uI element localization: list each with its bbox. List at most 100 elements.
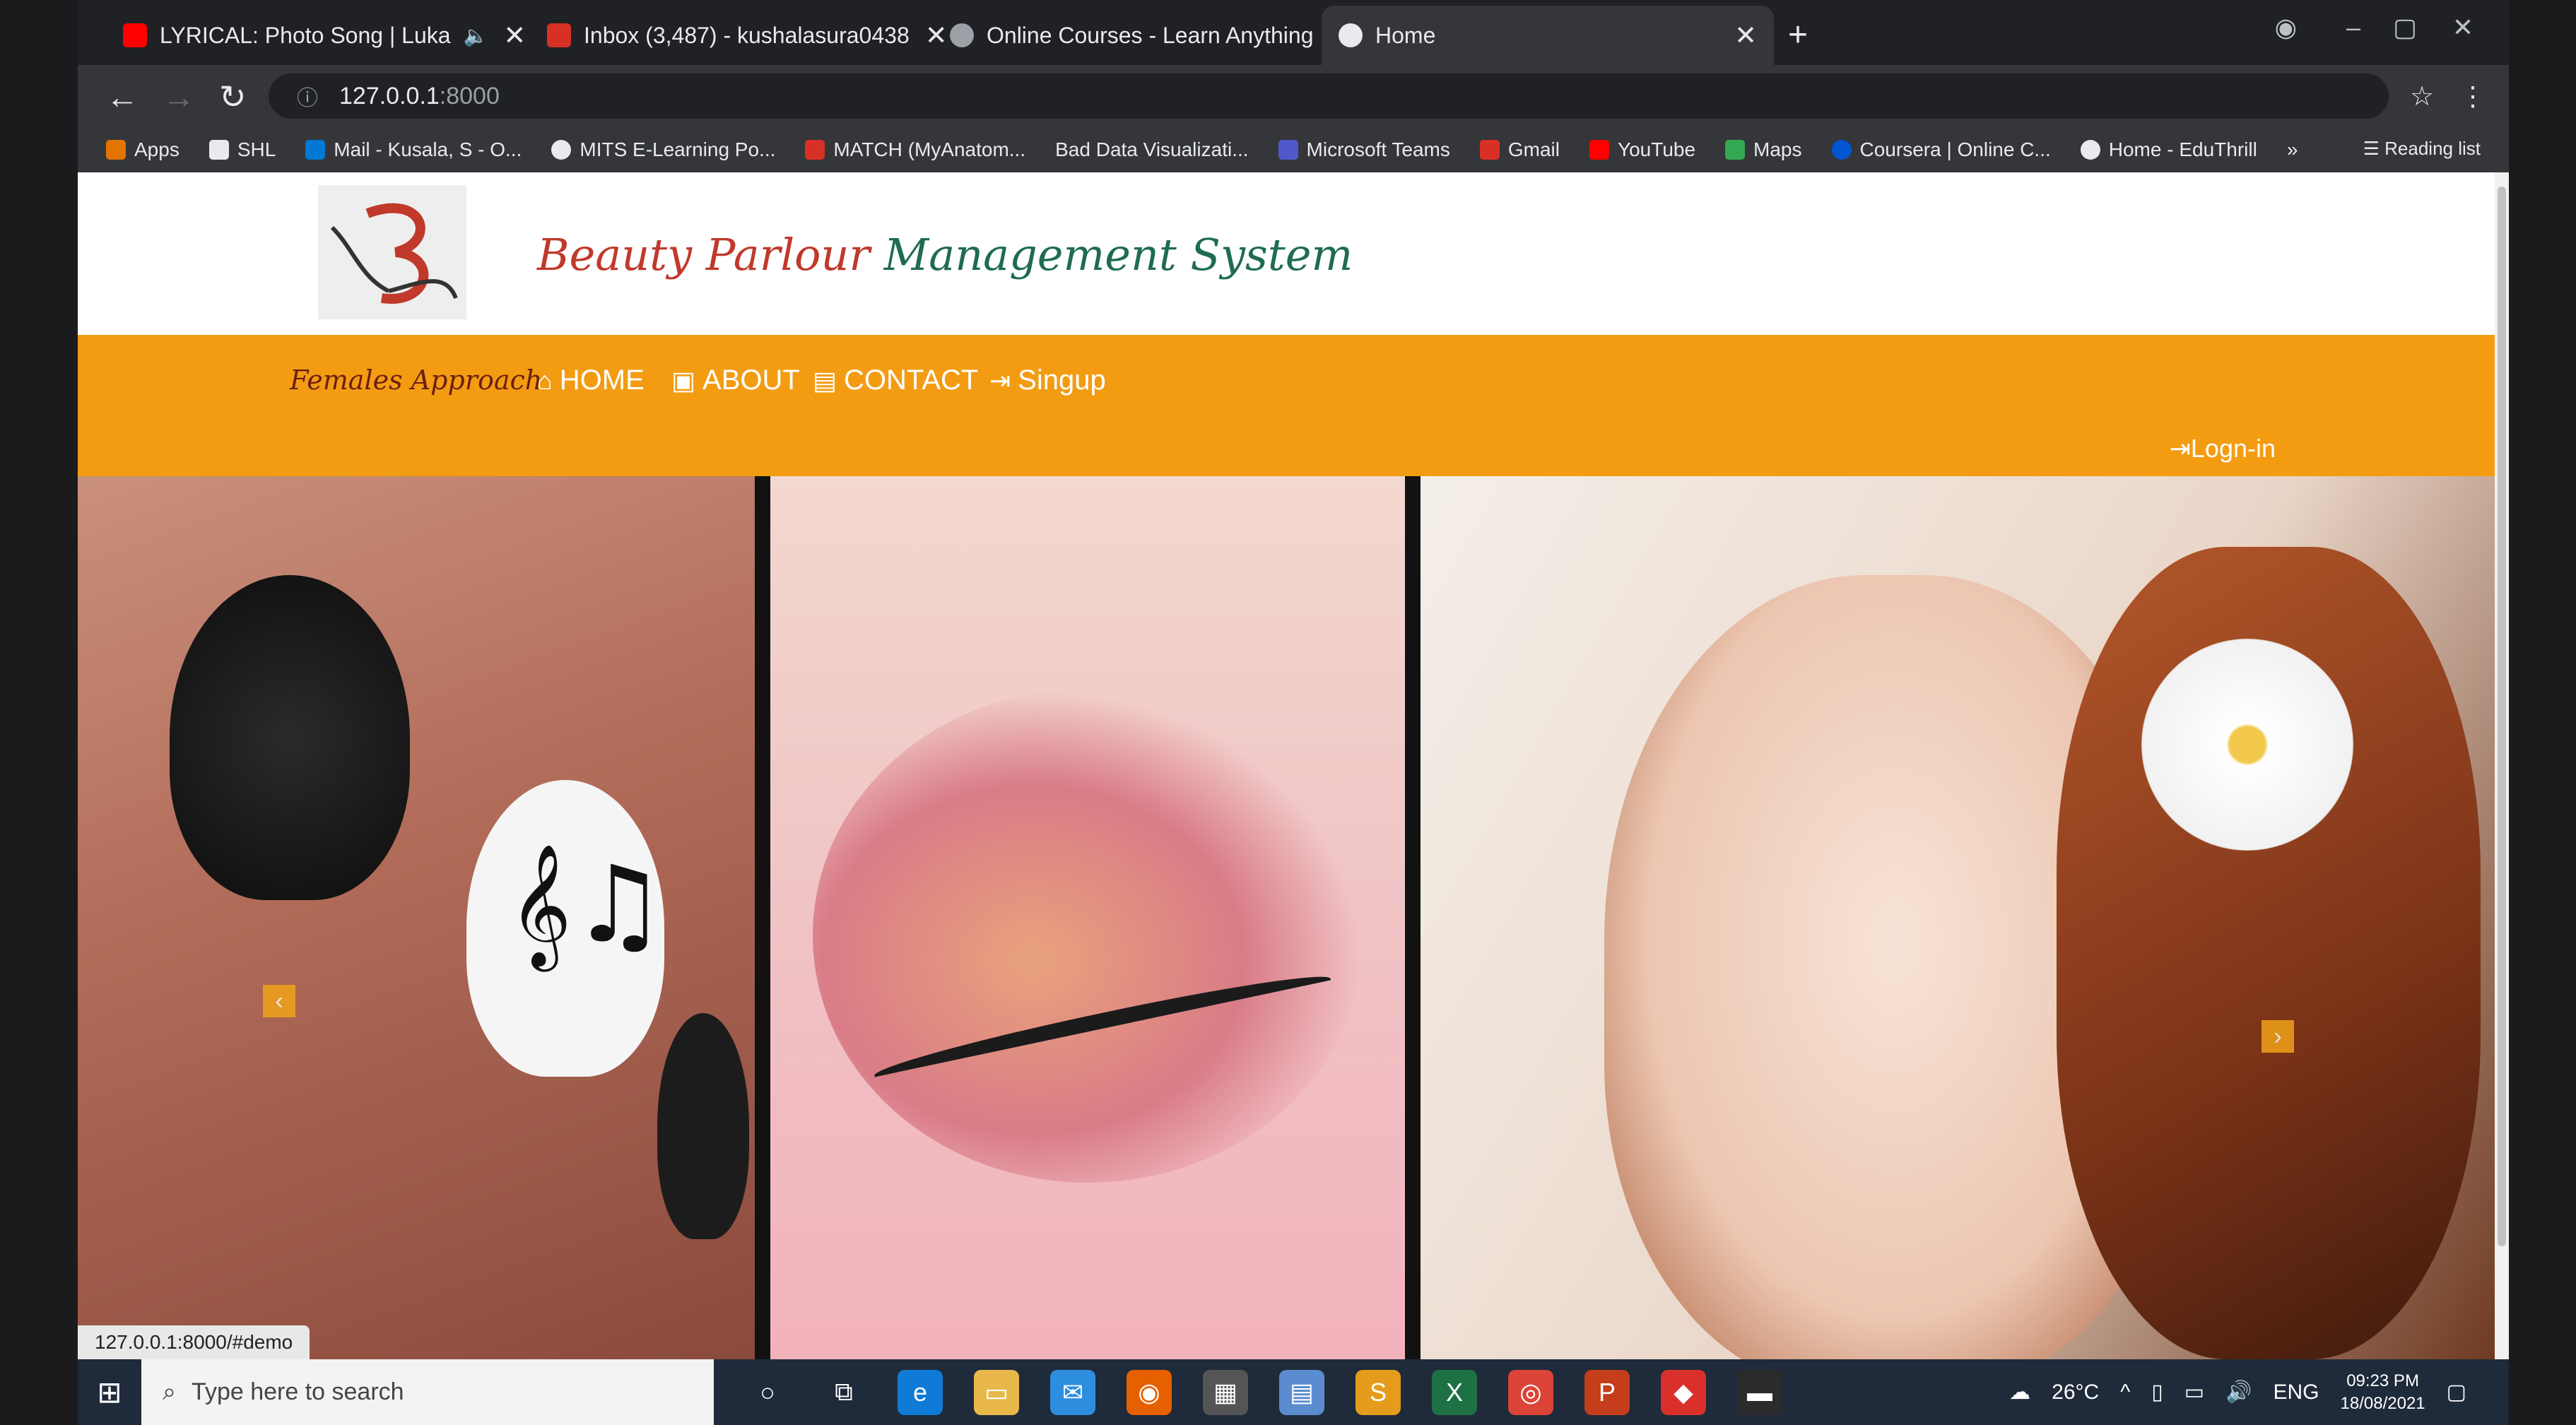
globe-icon <box>1339 23 1363 47</box>
bookmark-mits[interactable]: MITS E-Learning Po... <box>551 138 775 161</box>
profile-dropdown-icon[interactable]: ◉ <box>2275 13 2297 42</box>
bookmark-star-icon[interactable]: ☆ <box>2410 81 2434 112</box>
site-info-icon[interactable]: ⓘ <box>297 81 318 112</box>
bookmark-teams[interactable]: Microsoft Teams <box>1278 138 1450 161</box>
bookmark-match[interactable]: MATCH (MyAnatom... <box>805 138 1025 161</box>
nav-about[interactable]: ▣ ABOUT <box>671 365 800 396</box>
file-explorer-icon[interactable]: ▭ <box>974 1369 1019 1415</box>
nav-home[interactable]: ⌂ HOME <box>537 365 645 396</box>
login-icon: ⇥ <box>2169 434 2191 463</box>
carousel-next-chevron-icon[interactable]: › <box>2262 1020 2294 1053</box>
new-tab-button[interactable]: + <box>1788 16 1808 54</box>
windows-start-icon[interactable]: ⊞ <box>78 1375 141 1409</box>
window-close-icon[interactable]: ✕ <box>2452 13 2474 42</box>
notepad-icon[interactable]: ▤ <box>1279 1369 1324 1415</box>
tab-gmail[interactable]: Inbox (3,487) - kushalasura0438 ✕ <box>530 6 965 65</box>
bookmarks-overflow[interactable]: » <box>2287 138 2298 161</box>
clock-date: 18/08/2021 <box>2340 1393 2425 1413</box>
globe-icon <box>950 23 974 47</box>
cortana-icon[interactable]: ○ <box>745 1370 790 1415</box>
close-icon[interactable]: ✕ <box>503 20 526 52</box>
menu-kebab-icon[interactable]: ⋮ <box>2459 81 2486 112</box>
bookmark-bad-data[interactable]: Bad Data Visualizati... <box>1055 138 1248 161</box>
bookmark-mail[interactable]: Mail - Kusala, S - O... <box>305 138 522 161</box>
image-carousel: 𝄞♫ ‹ › 127.0.0.1:8000/#demo <box>78 476 2495 1359</box>
back-arrow-icon[interactable]: ← <box>106 78 139 116</box>
task-view-icon[interactable]: ⧉ <box>821 1370 866 1415</box>
status-link-preview: 127.0.0.1:8000/#demo <box>78 1325 310 1359</box>
carousel-image-model-portrait <box>1421 476 2495 1359</box>
forward-arrow-icon[interactable]: → <box>163 78 195 116</box>
close-icon[interactable]: ✕ <box>1734 20 1757 52</box>
chrome-icon[interactable]: ◎ <box>1508 1369 1553 1415</box>
site-title-part1: Beauty Parlour <box>537 229 871 280</box>
site-title-part2: Management System <box>883 229 1353 280</box>
scrollbar-thumb[interactable] <box>2498 187 2506 1246</box>
youtube-icon <box>123 23 147 47</box>
reading-list-button[interactable]: ☰ Reading list <box>2363 138 2481 160</box>
firefox-icon[interactable]: ◉ <box>1127 1369 1172 1415</box>
main-navbar: Females Approach ⌂ HOME ▣ ABOUT ▤ CONTAC… <box>78 335 2495 476</box>
bookmark-apps[interactable]: Apps <box>106 138 180 161</box>
login-link[interactable]: ⇥Logn-in <box>2170 434 2276 463</box>
bookmarks-bar: Apps SHL Mail - Kusala, S - O... MITS E-… <box>78 127 2509 172</box>
bookmark-youtube[interactable]: YouTube <box>1589 138 1695 161</box>
reload-icon[interactable]: ↻ <box>219 78 247 116</box>
minimize-icon[interactable]: – <box>2346 13 2360 42</box>
network-icon[interactable]: ▯ <box>2151 1380 2163 1405</box>
page-viewport: Beauty Parlour Management System Females… <box>78 172 2495 1359</box>
excel-icon[interactable]: X <box>1432 1369 1477 1415</box>
eduthrill-icon <box>2080 140 2100 160</box>
taskbar-clock[interactable]: 09:23 PM 18/08/2021 <box>2341 1370 2425 1415</box>
language-indicator[interactable]: ENG <box>2274 1380 2319 1405</box>
bookmark-label: Microsoft Teams <box>1306 138 1450 160</box>
page-scrollbar[interactable] <box>2495 172 2509 1359</box>
speaker-muted-icon[interactable]: 🔈 <box>464 24 488 47</box>
taskbar-search[interactable]: ⌕ Type here to search <box>141 1359 714 1425</box>
nav-contact[interactable]: ▤ CONTACT <box>813 365 978 396</box>
nav-label: HOME <box>559 365 645 396</box>
tab-home[interactable]: Home ✕ <box>1322 6 1774 65</box>
tray-chevron-icon[interactable]: ^ <box>2120 1380 2130 1405</box>
tab-online-courses[interactable]: Online Courses - Learn Anything ✕ <box>933 6 1368 65</box>
bookmark-gmail[interactable]: Gmail <box>1479 138 1560 161</box>
mail-icon[interactable]: ✉ <box>1050 1369 1095 1415</box>
reading-list-icon: ☰ <box>2363 138 2385 159</box>
carousel-image-nail-art: 𝄞♫ <box>78 476 756 1359</box>
bookmark-shl[interactable]: SHL <box>208 138 276 161</box>
tab-strip: LYRICAL: Photo Song | Luka 🔈 ✕ Inbox (3,… <box>78 0 2509 65</box>
sublime-icon[interactable]: S <box>1355 1369 1401 1415</box>
maximize-icon[interactable]: ▢ <box>2393 13 2417 42</box>
home-icon: ⌂ <box>537 365 553 395</box>
nav-label: CONTACT <box>844 365 979 396</box>
nav-signup[interactable]: ⇥ Singup <box>989 365 1106 396</box>
outlook-icon <box>305 140 326 160</box>
nav-label: ABOUT <box>702 365 800 396</box>
bookmark-label: Gmail <box>1507 138 1560 160</box>
carousel-prev-chevron-icon[interactable]: ‹ <box>263 985 295 1017</box>
store-icon[interactable]: ▦ <box>1203 1369 1248 1415</box>
weather-cloud-icon[interactable]: ☁ <box>2009 1380 2030 1405</box>
volume-icon[interactable]: 🔊 <box>2225 1380 2252 1405</box>
battery-icon[interactable]: ▭ <box>2184 1380 2204 1405</box>
powerpoint-icon[interactable]: P <box>1584 1369 1630 1415</box>
address-bar[interactable]: ⓘ 127.0.0.1 :8000 <box>269 73 2389 119</box>
screen: LYRICAL: Photo Song | Luka 🔈 ✕ Inbox (3,… <box>78 0 2509 1425</box>
beauty-parlour-logo[interactable] <box>318 185 466 319</box>
reading-list-label: Reading list <box>2384 138 2481 159</box>
sign-in-icon: ⇥ <box>989 365 1011 395</box>
bookmark-eduthrill[interactable]: Home - EduThrill <box>2080 138 2257 161</box>
git-icon[interactable]: ◆ <box>1661 1369 1706 1415</box>
laptop-bezel: LYRICAL: Photo Song | Luka 🔈 ✕ Inbox (3,… <box>0 0 2576 1425</box>
bookmark-maps[interactable]: Maps <box>1725 138 1802 161</box>
weather-temp[interactable]: 26°C <box>2052 1380 2099 1405</box>
briefcase-icon: ▣ <box>671 365 696 395</box>
tab-youtube[interactable]: LYRICAL: Photo Song | Luka 🔈 ✕ <box>106 6 543 65</box>
edge-icon[interactable]: e <box>898 1369 943 1415</box>
terminal-icon[interactable]: ▬ <box>1737 1369 1782 1415</box>
bookmark-label: MATCH (MyAnatom... <box>833 138 1026 160</box>
white-flower-shape <box>2141 639 2353 851</box>
bookmark-coursera[interactable]: Coursera | Online C... <box>1831 138 2051 161</box>
match-icon <box>805 140 825 160</box>
notification-icon[interactable]: ▢ <box>2447 1380 2466 1405</box>
